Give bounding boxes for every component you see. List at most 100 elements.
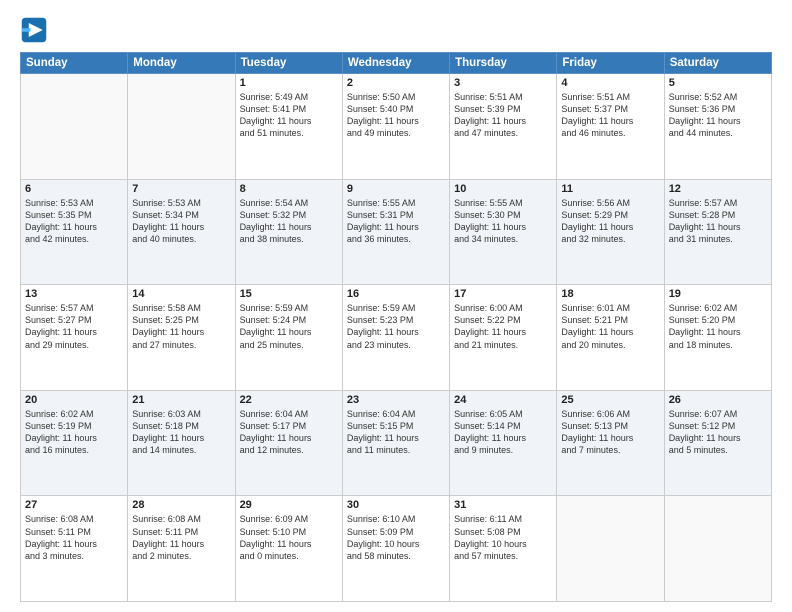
day-detail: Sunrise: 5:59 AM Sunset: 5:23 PM Dayligh… <box>347 302 445 351</box>
day-detail: Sunrise: 6:01 AM Sunset: 5:21 PM Dayligh… <box>561 302 659 351</box>
weekday-thursday: Thursday <box>450 53 557 74</box>
day-number: 7 <box>132 183 230 195</box>
day-cell: 31Sunrise: 6:11 AM Sunset: 5:08 PM Dayli… <box>450 496 557 602</box>
day-cell: 2 Sunrise: 5:50 AM Sunset: 5:40 PM Daylig… <box>342 74 449 180</box>
day-cell: 9 Sunrise: 5:55 AM Sunset: 5:31 PM Daylig… <box>342 179 449 285</box>
day-cell: 25 Sunrise: 6:06 AM Sunset: 5:13 PM Dayli… <box>557 390 664 496</box>
day-number: 16 <box>347 288 445 300</box>
day-detail: Sunrise: 5:51 AM Sunset: 5:39 PM Dayligh… <box>454 91 552 140</box>
logo <box>20 16 52 44</box>
day-number: 20 <box>25 394 123 406</box>
day-cell: 5Sunrise: 5:52 AM Sunset: 5:36 PM Daylig… <box>664 74 771 180</box>
day-cell: 21Sunrise: 6:03 AM Sunset: 5:18 PM Dayli… <box>128 390 235 496</box>
day-cell: 30 Sunrise: 6:10 AM Sunset: 5:09 PM Dayli… <box>342 496 449 602</box>
day-number: 22 <box>240 394 338 406</box>
weekday-friday: Friday <box>557 53 664 74</box>
week-row-1: 1Sunrise: 5:49 AM Sunset: 5:41 PM Daylig… <box>21 74 772 180</box>
weekday-tuesday: Tuesday <box>235 53 342 74</box>
day-number: 10 <box>454 183 552 195</box>
day-number: 28 <box>132 499 230 511</box>
day-detail: Sunrise: 6:05 AM Sunset: 5:14 PM Dayligh… <box>454 408 552 457</box>
day-cell: 11 Sunrise: 5:56 AM Sunset: 5:29 PM Dayli… <box>557 179 664 285</box>
day-detail: Sunrise: 6:07 AM Sunset: 5:12 PM Dayligh… <box>669 408 767 457</box>
day-number: 25 <box>561 394 659 406</box>
day-cell: 1Sunrise: 5:49 AM Sunset: 5:41 PM Daylig… <box>235 74 342 180</box>
day-detail: Sunrise: 6:02 AM Sunset: 5:19 PM Dayligh… <box>25 408 123 457</box>
day-detail: Sunrise: 5:57 AM Sunset: 5:28 PM Dayligh… <box>669 197 767 246</box>
day-detail: Sunrise: 6:08 AM Sunset: 5:11 PM Dayligh… <box>25 513 123 562</box>
day-cell: 8 Sunrise: 5:54 AM Sunset: 5:32 PM Daylig… <box>235 179 342 285</box>
page: SundayMondayTuesdayWednesdayThursdayFrid… <box>0 0 792 612</box>
day-cell: 27 Sunrise: 6:08 AM Sunset: 5:11 PM Dayli… <box>21 496 128 602</box>
day-detail: Sunrise: 5:51 AM Sunset: 5:37 PM Dayligh… <box>561 91 659 140</box>
day-number: 8 <box>240 183 338 195</box>
day-number: 3 <box>454 77 552 89</box>
day-number: 29 <box>240 499 338 511</box>
calendar-table: SundayMondayTuesdayWednesdayThursdayFrid… <box>20 52 772 602</box>
day-number: 14 <box>132 288 230 300</box>
day-detail: Sunrise: 5:53 AM Sunset: 5:34 PM Dayligh… <box>132 197 230 246</box>
day-number: 4 <box>561 77 659 89</box>
day-cell: 12 Sunrise: 5:57 AM Sunset: 5:28 PM Dayli… <box>664 179 771 285</box>
week-row-4: 20 Sunrise: 6:02 AM Sunset: 5:19 PM Dayli… <box>21 390 772 496</box>
day-detail: Sunrise: 5:55 AM Sunset: 5:31 PM Dayligh… <box>347 197 445 246</box>
weekday-sunday: Sunday <box>21 53 128 74</box>
day-number: 6 <box>25 183 123 195</box>
day-detail: Sunrise: 6:02 AM Sunset: 5:20 PM Dayligh… <box>669 302 767 351</box>
day-number: 12 <box>669 183 767 195</box>
day-cell: 26Sunrise: 6:07 AM Sunset: 5:12 PM Dayli… <box>664 390 771 496</box>
day-detail: Sunrise: 5:53 AM Sunset: 5:35 PM Dayligh… <box>25 197 123 246</box>
day-detail: Sunrise: 6:00 AM Sunset: 5:22 PM Dayligh… <box>454 302 552 351</box>
day-cell: 13 Sunrise: 5:57 AM Sunset: 5:27 PM Dayli… <box>21 285 128 391</box>
day-cell: 4 Sunrise: 5:51 AM Sunset: 5:37 PM Daylig… <box>557 74 664 180</box>
day-number: 1 <box>240 77 338 89</box>
day-cell <box>128 74 235 180</box>
day-cell: 29 Sunrise: 6:09 AM Sunset: 5:10 PM Dayli… <box>235 496 342 602</box>
day-cell: 24 Sunrise: 6:05 AM Sunset: 5:14 PM Dayli… <box>450 390 557 496</box>
day-cell: 20 Sunrise: 6:02 AM Sunset: 5:19 PM Dayli… <box>21 390 128 496</box>
day-number: 15 <box>240 288 338 300</box>
day-cell: 28 Sunrise: 6:08 AM Sunset: 5:11 PM Dayli… <box>128 496 235 602</box>
day-detail: Sunrise: 5:59 AM Sunset: 5:24 PM Dayligh… <box>240 302 338 351</box>
day-detail: Sunrise: 5:50 AM Sunset: 5:40 PM Dayligh… <box>347 91 445 140</box>
day-cell: 6 Sunrise: 5:53 AM Sunset: 5:35 PM Daylig… <box>21 179 128 285</box>
day-number: 13 <box>25 288 123 300</box>
week-row-2: 6 Sunrise: 5:53 AM Sunset: 5:35 PM Daylig… <box>21 179 772 285</box>
day-detail: Sunrise: 6:08 AM Sunset: 5:11 PM Dayligh… <box>132 513 230 562</box>
weekday-monday: Monday <box>128 53 235 74</box>
day-number: 23 <box>347 394 445 406</box>
day-number: 9 <box>347 183 445 195</box>
day-number: 31 <box>454 499 552 511</box>
day-detail: Sunrise: 6:09 AM Sunset: 5:10 PM Dayligh… <box>240 513 338 562</box>
day-number: 19 <box>669 288 767 300</box>
day-cell: 3 Sunrise: 5:51 AM Sunset: 5:39 PM Daylig… <box>450 74 557 180</box>
day-cell: 14Sunrise: 5:58 AM Sunset: 5:25 PM Dayli… <box>128 285 235 391</box>
day-number: 30 <box>347 499 445 511</box>
day-cell <box>557 496 664 602</box>
week-row-5: 27 Sunrise: 6:08 AM Sunset: 5:11 PM Dayli… <box>21 496 772 602</box>
day-detail: Sunrise: 6:06 AM Sunset: 5:13 PM Dayligh… <box>561 408 659 457</box>
day-cell: 23Sunrise: 6:04 AM Sunset: 5:15 PM Dayli… <box>342 390 449 496</box>
day-cell: 19 Sunrise: 6:02 AM Sunset: 5:20 PM Dayli… <box>664 285 771 391</box>
weekday-saturday: Saturday <box>664 53 771 74</box>
day-detail: Sunrise: 5:52 AM Sunset: 5:36 PM Dayligh… <box>669 91 767 140</box>
day-number: 17 <box>454 288 552 300</box>
weekday-header-row: SundayMondayTuesdayWednesdayThursdayFrid… <box>21 53 772 74</box>
logo-icon <box>20 16 48 44</box>
day-cell: 16 Sunrise: 5:59 AM Sunset: 5:23 PM Dayli… <box>342 285 449 391</box>
day-cell: 17 Sunrise: 6:00 AM Sunset: 5:22 PM Dayli… <box>450 285 557 391</box>
day-detail: Sunrise: 5:54 AM Sunset: 5:32 PM Dayligh… <box>240 197 338 246</box>
day-number: 27 <box>25 499 123 511</box>
day-detail: Sunrise: 6:03 AM Sunset: 5:18 PM Dayligh… <box>132 408 230 457</box>
day-cell: 22 Sunrise: 6:04 AM Sunset: 5:17 PM Dayli… <box>235 390 342 496</box>
day-detail: Sunrise: 5:56 AM Sunset: 5:29 PM Dayligh… <box>561 197 659 246</box>
day-number: 11 <box>561 183 659 195</box>
weekday-wednesday: Wednesday <box>342 53 449 74</box>
day-detail: Sunrise: 5:57 AM Sunset: 5:27 PM Dayligh… <box>25 302 123 351</box>
day-number: 18 <box>561 288 659 300</box>
day-cell: 10Sunrise: 5:55 AM Sunset: 5:30 PM Dayli… <box>450 179 557 285</box>
day-detail: Sunrise: 6:10 AM Sunset: 5:09 PM Dayligh… <box>347 513 445 562</box>
day-detail: Sunrise: 6:04 AM Sunset: 5:17 PM Dayligh… <box>240 408 338 457</box>
day-number: 24 <box>454 394 552 406</box>
day-number: 2 <box>347 77 445 89</box>
